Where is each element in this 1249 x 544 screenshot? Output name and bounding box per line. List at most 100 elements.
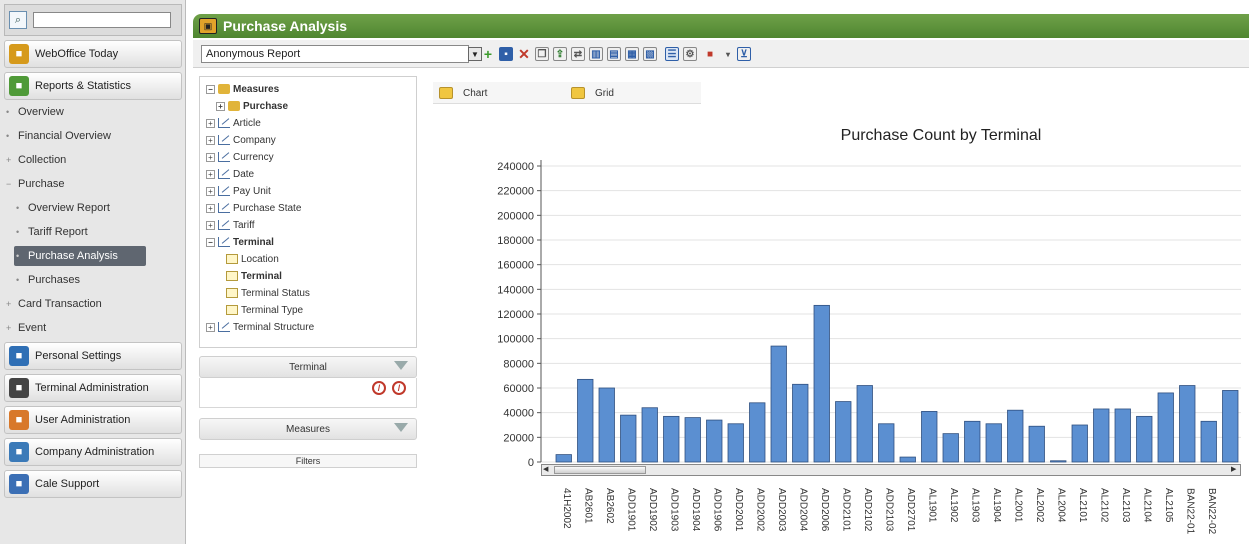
sidebar-bottom-section-0[interactable]: ■ Personal Settings — [4, 342, 182, 370]
tree-node[interactable]: + Terminal Structure — [206, 319, 314, 335]
pivot-icon[interactable]: ⇄ — [571, 47, 585, 61]
copy-icon[interactable]: ❐ — [535, 47, 549, 61]
sidebar-bottom-section-1[interactable]: ■ Terminal Administration — [4, 374, 182, 402]
y-tick-label: 140000 — [497, 284, 534, 296]
sidebar-item-6[interactable]: • Purchase Analysis — [14, 246, 146, 266]
view-tabs: Chart Grid — [433, 82, 701, 104]
remove-all-rows-icon[interactable]: / — [392, 381, 406, 395]
x-tick-label: ADD1902 — [647, 488, 658, 532]
chart-bar — [770, 345, 787, 463]
x-tick-label: ADD1901 — [625, 488, 636, 532]
sidebar-item-8[interactable]: + Card Transaction — [4, 294, 136, 314]
dimension-icon — [218, 135, 230, 145]
tab-grid[interactable]: Grid — [571, 85, 614, 101]
tree-node[interactable]: + Article — [206, 115, 261, 131]
sidebar-bullet-icon: • — [16, 275, 20, 285]
expand-icon[interactable]: + — [216, 101, 225, 111]
tree-node[interactable]: + Pay Unit — [206, 183, 271, 199]
add-icon[interactable]: + — [481, 46, 495, 62]
expand-icon[interactable]: + — [206, 322, 215, 332]
sidebar-item-0[interactable]: • Overview — [4, 102, 136, 122]
chart-stacked-icon[interactable]: ▦ — [625, 47, 639, 61]
tree-node-label: Terminal Status — [241, 287, 310, 299]
sidebar-item-5[interactable]: • Tariff Report — [14, 222, 146, 242]
tree-node[interactable]: + Purchase — [216, 98, 288, 114]
tree-node[interactable]: + Purchase State — [206, 200, 301, 216]
tree-node[interactable]: Terminal Type — [226, 302, 303, 318]
chart-bar — [598, 387, 615, 463]
chart-bar — [985, 423, 1002, 463]
rows-panel-header[interactable]: Terminal — [199, 356, 417, 378]
sidebar-item-2[interactable]: + Collection — [4, 150, 136, 170]
search-input[interactable] — [33, 12, 171, 28]
sidebar-section-label: Personal Settings — [35, 350, 122, 362]
chart-bar — [1028, 425, 1045, 463]
delete-icon[interactable]: ✕ — [517, 46, 531, 62]
expand-icon[interactable]: + — [206, 203, 215, 213]
expand-icon[interactable]: + — [206, 220, 215, 230]
sidebar-section-0[interactable]: ■ WebOffice Today — [4, 40, 182, 68]
columns-panel-header[interactable]: Measures — [199, 418, 417, 440]
scroll-left-arrow-icon[interactable]: ◀ — [543, 466, 551, 474]
save-icon[interactable]: ▪ — [499, 47, 513, 61]
tab-chart-label: Chart — [463, 87, 488, 99]
tree-node[interactable]: Terminal Status — [226, 285, 310, 301]
sidebar-item-7[interactable]: • Purchases — [14, 270, 146, 290]
sidebar-item-4[interactable]: • Overview Report — [14, 198, 146, 218]
remove-row-icon[interactable]: / — [372, 381, 386, 395]
sidebar-bottom-section-3[interactable]: ■ Company Administration — [4, 438, 182, 466]
tree-node[interactable]: + Tariff — [206, 217, 255, 233]
tree-node[interactable]: + Date — [206, 166, 254, 182]
chart-line-icon[interactable]: ▧ — [643, 47, 657, 61]
dimension-icon — [218, 220, 230, 230]
export-icon[interactable]: ⇪ — [553, 47, 567, 61]
sidebar-item-9[interactable]: + Event — [4, 318, 136, 338]
tree-node[interactable]: − Terminal — [206, 234, 274, 250]
chart-scrollbar[interactable]: ◀ ▶ — [541, 464, 1241, 476]
report-select[interactable]: Anonymous Report ▼ — [201, 45, 482, 63]
color-palette-icon[interactable]: ■ — [703, 47, 717, 61]
chart-bar — [577, 378, 594, 463]
tree-node[interactable]: + Currency — [206, 149, 274, 165]
tree-node[interactable]: Terminal — [226, 268, 282, 284]
tab-chart[interactable]: Chart — [439, 85, 487, 101]
chart-title: Purchase Count by Terminal — [841, 127, 1042, 144]
expand-icon[interactable]: + — [206, 135, 215, 145]
filters-panel[interactable]: Filters — [199, 454, 417, 468]
tree-node[interactable]: Location — [226, 251, 279, 267]
filter-icon[interactable]: ⊻ — [737, 47, 751, 61]
tree-node[interactable]: + Company — [206, 132, 276, 148]
users-icon: ■ — [9, 410, 29, 430]
sidebar-item-label: Card Transaction — [18, 298, 102, 310]
chevron-down-icon[interactable]: ▼ — [468, 47, 482, 61]
expand-icon[interactable]: + — [206, 169, 215, 179]
bar-chart-icon: ■ — [9, 76, 29, 96]
collapse-icon[interactable]: − — [206, 237, 215, 247]
chevron-down-icon[interactable] — [394, 423, 408, 432]
expand-icon[interactable]: + — [206, 152, 215, 162]
sidebar-item-3[interactable]: − Purchase — [4, 174, 136, 194]
layout-icon[interactable]: ☰ — [665, 47, 679, 61]
sidebar-section-1[interactable]: ■ Reports & Statistics — [4, 72, 182, 100]
tree-node-label: Article — [233, 117, 261, 129]
search-icon[interactable]: ⌕ — [9, 11, 27, 29]
scrollbar-thumb[interactable] — [554, 466, 646, 474]
chevron-down-icon[interactable] — [394, 361, 408, 370]
sidebar-bottom-section-2[interactable]: ■ User Administration — [4, 406, 182, 434]
expand-icon[interactable]: + — [206, 118, 215, 128]
x-tick-label: AL2002 — [1034, 488, 1045, 523]
chart-bar-icon[interactable]: ▥ — [589, 47, 603, 61]
x-tick-label: AL1901 — [926, 488, 937, 523]
sidebar-bottom-section-4[interactable]: ■ Cale Support — [4, 470, 182, 498]
chart-column-icon[interactable]: ▤ — [607, 47, 621, 61]
small-chevron-icon[interactable]: ▾ — [721, 47, 735, 61]
settings-icon[interactable]: ⚙ — [683, 47, 697, 61]
x-tick-label: ADD2101 — [840, 488, 851, 532]
scroll-right-arrow-icon[interactable]: ▶ — [1231, 466, 1239, 474]
sidebar-item-1[interactable]: • Financial Overview — [4, 126, 136, 146]
terminal-icon: ■ — [9, 378, 29, 398]
expand-icon[interactable]: + — [206, 186, 215, 196]
y-tick-label: 160000 — [497, 260, 534, 272]
tree-node[interactable]: − Measures — [206, 81, 279, 97]
collapse-icon[interactable]: − — [206, 84, 215, 94]
